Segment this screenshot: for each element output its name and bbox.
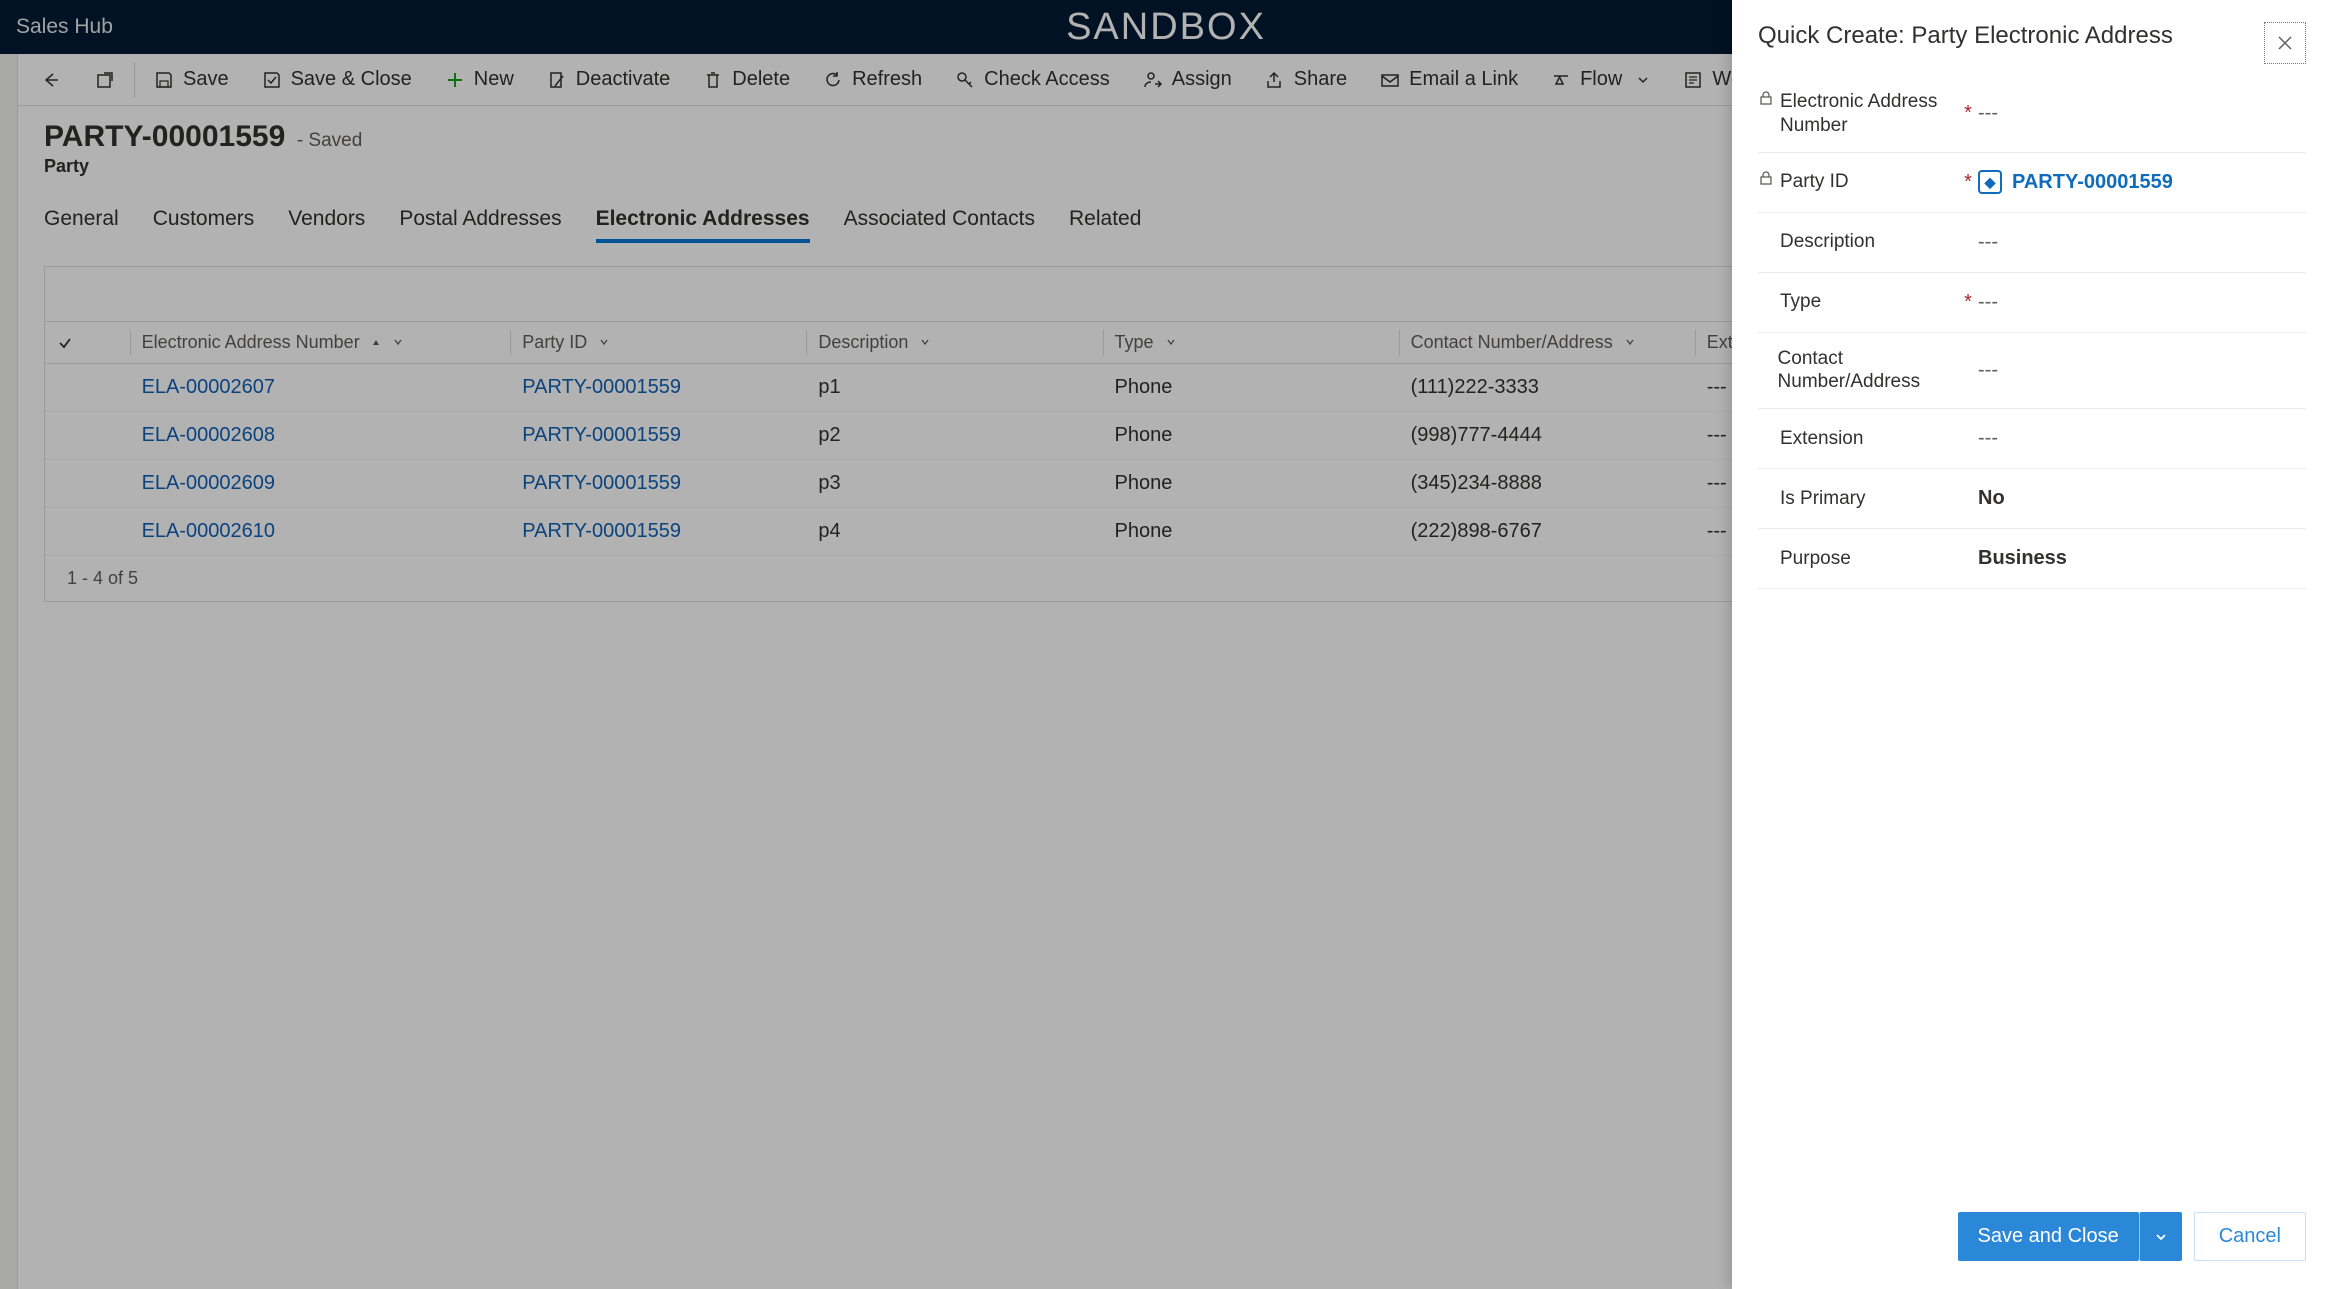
- field-value: ---: [1978, 291, 2306, 314]
- field-label: Purpose: [1780, 547, 1851, 571]
- save-and-close-chevron[interactable]: [2139, 1212, 2182, 1261]
- save-and-close-split: Save and Close: [1958, 1212, 2182, 1261]
- save-and-close-button[interactable]: Save and Close: [1958, 1212, 2139, 1261]
- field-contact-number-address[interactable]: Contact Number/Address ---: [1758, 333, 2306, 410]
- field-party-id[interactable]: Party ID * ◆ PARTY-00001559: [1758, 153, 2306, 213]
- field-value: ---: [1978, 359, 2306, 382]
- field-value: Business: [1978, 547, 2306, 570]
- field-is-primary[interactable]: Is Primary No: [1758, 469, 2306, 529]
- field-type[interactable]: Type * ---: [1758, 273, 2306, 333]
- cancel-button[interactable]: Cancel: [2194, 1212, 2306, 1261]
- lookup-text: PARTY-00001559: [2012, 171, 2173, 194]
- field-value: No: [1978, 487, 2306, 510]
- close-icon: [2276, 34, 2294, 52]
- quick-create-form: Electronic Address Number * --- Party ID…: [1732, 64, 2332, 1190]
- required-indicator: *: [1958, 171, 1978, 194]
- required-indicator: *: [1958, 291, 1978, 314]
- field-value: ---: [1978, 231, 2306, 254]
- required-indicator: *: [1958, 102, 1978, 125]
- lock-icon: [1758, 170, 1774, 186]
- field-purpose[interactable]: Purpose Business: [1758, 529, 2306, 589]
- field-label: Electronic Address Number: [1780, 90, 1958, 138]
- lookup-value[interactable]: ◆ PARTY-00001559: [1978, 170, 2173, 194]
- lock-icon: [1758, 90, 1774, 106]
- field-label: Party ID: [1780, 170, 1849, 194]
- quick-create-title: Quick Create: Party Electronic Address: [1758, 22, 2173, 50]
- close-button[interactable]: [2264, 22, 2306, 64]
- quick-create-panel: Quick Create: Party Electronic Address E…: [1732, 0, 2332, 1289]
- field-extension[interactable]: Extension ---: [1758, 409, 2306, 469]
- field-label: Contact Number/Address: [1778, 347, 1958, 395]
- field-label: Extension: [1780, 427, 1863, 451]
- quick-create-footer: Save and Close Cancel: [1732, 1190, 2332, 1289]
- field-label: Is Primary: [1780, 487, 1866, 511]
- field-label: Type: [1780, 290, 1821, 314]
- field-description[interactable]: Description ---: [1758, 213, 2306, 273]
- field-value: ---: [1978, 102, 2306, 125]
- field-value: ---: [1978, 427, 2306, 450]
- entity-icon: ◆: [1978, 170, 2002, 194]
- field-label: Description: [1780, 230, 1875, 254]
- field-electronic-address-number[interactable]: Electronic Address Number * ---: [1758, 76, 2306, 153]
